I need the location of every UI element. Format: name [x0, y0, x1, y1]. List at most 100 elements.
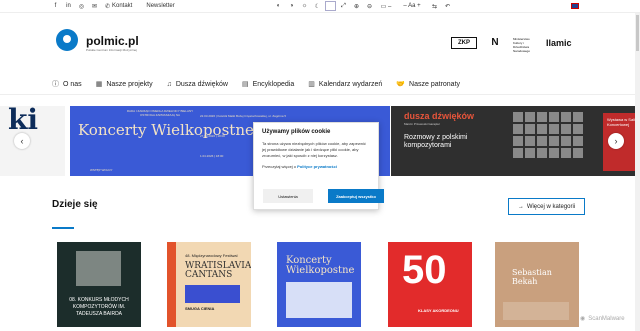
card-photo [76, 251, 121, 286]
card-band [167, 242, 176, 327]
cookie-policy-prefix: Przeczytaj więcej o [262, 164, 297, 169]
slide-date-3: 1.04.2026 | 18:00 [200, 154, 224, 158]
event-card[interactable]: 50 KLASY AKORDEONU [388, 242, 472, 327]
cookie-title: Używamy plików cookie [262, 129, 331, 135]
section-title: Dzieje się [52, 199, 98, 210]
slide-organizer-text: RADA I ZARZĄD OSIEDLA DZIELNICY BIELANY … [126, 109, 194, 117]
logo-text[interactable]: polmic.pl [86, 34, 139, 48]
cookie-consent-dialog: Używamy plików cookie Ta strona używa ni… [253, 122, 384, 210]
event-card[interactable]: 08. KONKURS MŁODYCH KOMPOZYTORÓW IM. TAD… [57, 242, 141, 327]
nav-label: O nas [63, 80, 82, 88]
slide-partial-text: ki [8, 106, 39, 136]
zoom-in-icon[interactable]: ⊕ [351, 1, 362, 11]
composer-portraits [513, 112, 583, 158]
more-in-category-button[interactable]: → Więcej w kategorii [508, 198, 585, 215]
event-card[interactable]: 48. Międzynarodowy Festiwal WRATISLAVIA … [167, 242, 251, 327]
scrollbar-thumb[interactable] [636, 15, 639, 51]
cookie-body: Ta strona używa niezbędnych plików cooki… [262, 141, 366, 158]
cookie-settings-button[interactable]: Ustawienia [263, 189, 313, 203]
watermark: ◉ ScanMalware [580, 315, 625, 323]
slide-footer: WSTĘP WOLNY [90, 168, 113, 172]
nav-divider [0, 94, 640, 95]
calendar-icon: ▥ [308, 81, 315, 88]
cookie-policy-line: Przeczytaj więcej o Polityce prywatności [262, 164, 370, 170]
card-schedule [286, 282, 352, 318]
mode-selected-box[interactable] [325, 1, 336, 11]
slide-partial-left[interactable]: ki [0, 106, 65, 176]
slide-soul-of-sounds[interactable]: dusza dźwięków Marcin Przewoski Garapler… [391, 106, 640, 176]
english-flag-icon[interactable] [571, 3, 579, 9]
event-cards: 08. KONKURS MŁODYCH KOMPOZYTORÓW IM. TAD… [57, 242, 587, 327]
mail-icon[interactable]: ✉ [91, 2, 98, 10]
nav-item-calendar[interactable]: ▥ Kalendarz wydarzeń [308, 80, 383, 89]
event-card[interactable]: Sebastian Bekah [495, 242, 579, 327]
partner-logos: ZKP N Ministerstwo Kultury i Dziedzictwa… [451, 36, 572, 53]
contact-link[interactable]: Kontakt [112, 3, 132, 9]
brightness-icon[interactable]: ☼ [299, 1, 310, 11]
card-image [185, 285, 240, 303]
iamic-logo[interactable]: Ilamic [546, 38, 572, 48]
spacing-control[interactable]: ▭ – [377, 1, 395, 11]
card-title: WRATISLAVIA CANTANS [185, 261, 251, 280]
reset-icon[interactable]: ↶ [442, 1, 453, 11]
handshake-icon: 🤝 [396, 81, 406, 88]
nav-item-patronage[interactable]: 🤝 Nasze patronaty [396, 80, 461, 89]
card-subtitle: SMUGA CIENIA [185, 306, 215, 311]
info-icon: ⓘ [52, 81, 59, 88]
slide-date-1: 22.03.2026 | Kościół Matki Bożej Częstoc… [200, 114, 286, 118]
projects-icon: ▦ [95, 81, 103, 88]
linkedin-icon[interactable]: in [65, 2, 72, 10]
font-size-control[interactable]: – Aa + [397, 1, 427, 11]
scrollbar[interactable] [635, 13, 640, 331]
instagram-icon[interactable]: ◎ [78, 2, 85, 10]
scanmalware-icon: ◉ [580, 316, 586, 322]
nav-label: Dusza dźwięków [175, 80, 228, 88]
contrast-icon[interactable]: ◐ [273, 1, 284, 11]
expand-icon[interactable]: ⤢ [338, 1, 349, 11]
slide-title: dusza dźwięków [404, 111, 475, 121]
n-logo[interactable]: N [486, 36, 504, 49]
slide-date-2: 27.03.2026 | 18:00 [200, 134, 225, 138]
polmic-logo-icon[interactable] [56, 29, 78, 51]
card-image [503, 302, 569, 320]
arrow-right-icon: → [517, 203, 524, 210]
invert-icon[interactable]: ◑ [286, 1, 297, 11]
watermark-text: ScanMalware [588, 315, 625, 322]
slide-text: Rozmowy z polskimi kompozytorami [404, 134, 468, 149]
nav-item-projects[interactable]: ▦ Nasze projekty [95, 80, 153, 89]
chevron-left-icon: ‹ [20, 136, 24, 146]
swap-icon[interactable]: ⇆ [429, 1, 440, 11]
top-bar: f in ◎ ✉ ✆ Kontakt Newsletter ◐ ◑ ☼ ☾ ⤢ … [0, 0, 640, 13]
zkp-logo[interactable]: ZKP [451, 36, 477, 49]
social-links: f in ◎ ✉ ✆ [52, 2, 111, 10]
event-card[interactable]: Koncerty Wielkopostne [277, 242, 361, 327]
facebook-icon[interactable]: f [52, 2, 59, 10]
slide-title: Koncerty Wielkopostne [78, 121, 254, 139]
chevron-right-icon: › [614, 136, 618, 146]
card-title: 08. KONKURS MŁODYCH KOMPOZYTORÓW IM. TAD… [69, 297, 129, 317]
privacy-policy-link[interactable]: Polityce prywatności [297, 164, 337, 169]
nav-item-soul-of-sounds[interactable]: ♫ Dusza dźwięków [167, 81, 228, 88]
section-underline [52, 227, 74, 229]
nav-label: Nasze patronaty [409, 80, 461, 88]
phone-icon[interactable]: ✆ [104, 2, 111, 10]
nav-item-about[interactable]: ⓘ O nas [52, 79, 82, 89]
slider-prev-button[interactable]: ‹ [14, 133, 30, 149]
more-label: Więcej w kategorii [526, 203, 576, 210]
card-title: KLASY AKORDEONU [418, 308, 459, 313]
nav-item-encyclopedia[interactable]: ▤ Encyklopedia [242, 80, 295, 89]
zoom-out-icon[interactable]: ⊖ [364, 1, 375, 11]
newsletter-link[interactable]: Newsletter [146, 3, 174, 9]
book-icon: ▤ [242, 81, 249, 88]
card-number: 50 [402, 248, 447, 292]
nav-label: Nasze projekty [106, 80, 153, 88]
card-title: Sebastian Bekah [512, 268, 552, 286]
nav-label: Kalendarz wydarzeń [318, 80, 383, 88]
music-icon: ♫ [166, 80, 172, 88]
card-pretitle: 48. Międzynarodowy Festiwal [185, 253, 238, 258]
ministry-logo[interactable]: Ministerstwo Kultury i Dziedzictwa Narod… [513, 37, 537, 53]
accept-all-button[interactable]: Zaakceptuj wszystko [328, 189, 384, 203]
nav-label: Encyklopedia [252, 80, 295, 88]
slider-next-button[interactable]: › [608, 133, 624, 149]
dark-mode-icon[interactable]: ☾ [312, 1, 323, 11]
